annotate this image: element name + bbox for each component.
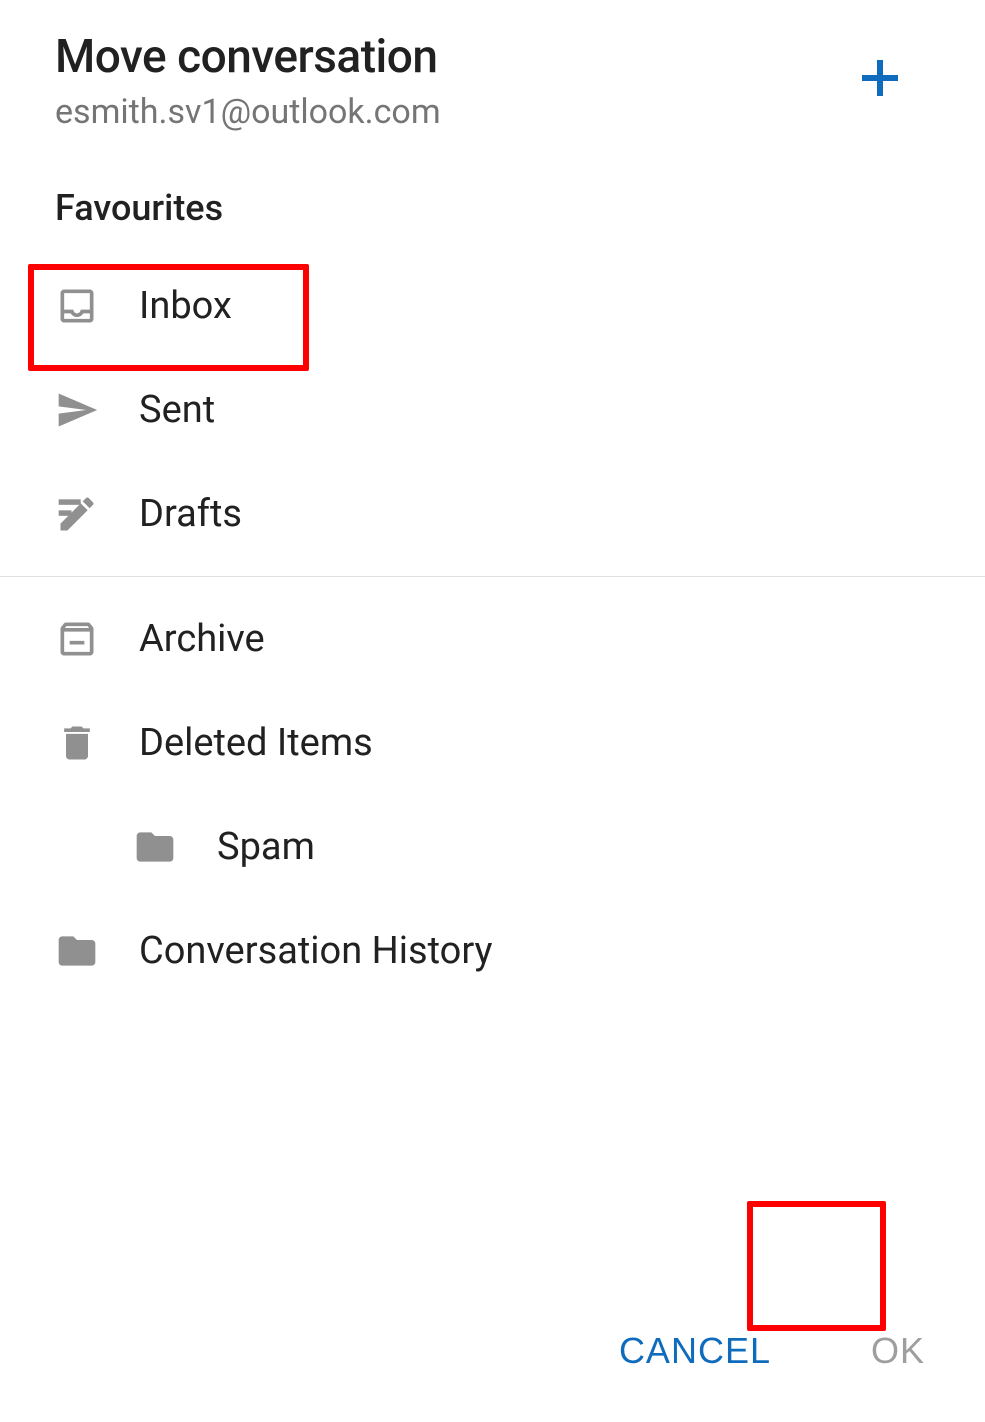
account-email: esmith.sv1@outlook.com — [55, 92, 850, 132]
folder-label: Conversation History — [139, 929, 493, 973]
cancel-button[interactable]: CANCEL — [589, 1310, 801, 1392]
folder-item-archive[interactable]: Archive — [0, 587, 985, 691]
dialog-title: Move conversation — [55, 30, 850, 84]
archive-icon — [55, 617, 99, 661]
folder-label: Sent — [139, 388, 215, 432]
sent-icon — [55, 388, 99, 432]
header-text: Move conversation esmith.sv1@outlook.com — [55, 30, 850, 132]
folder-label: Deleted Items — [139, 721, 373, 765]
drafts-icon — [55, 492, 99, 536]
folder-item-drafts[interactable]: Drafts — [0, 462, 985, 566]
folder-item-spam[interactable]: Spam — [0, 795, 985, 899]
folder-item-inbox[interactable]: Inbox — [0, 254, 985, 358]
folders-list: Archive Deleted Items Spam Conversation … — [0, 587, 985, 1003]
dialog-header: Move conversation esmith.sv1@outlook.com — [0, 0, 985, 152]
folder-icon — [55, 929, 99, 973]
folder-item-sent[interactable]: Sent — [0, 358, 985, 462]
plus-icon — [860, 58, 900, 102]
folder-label: Drafts — [139, 492, 242, 536]
trash-icon — [55, 721, 99, 765]
folder-label: Archive — [139, 617, 265, 661]
section-divider — [0, 576, 985, 577]
add-folder-button[interactable] — [850, 50, 910, 110]
folder-icon — [133, 825, 177, 869]
folder-label: Inbox — [139, 284, 232, 328]
folder-label: Spam — [217, 825, 315, 869]
folder-item-deleted[interactable]: Deleted Items — [0, 691, 985, 795]
favourites-section-title: Favourites — [0, 152, 985, 254]
favourites-list: Inbox Sent Drafts — [0, 254, 985, 566]
folder-item-conversation-history[interactable]: Conversation History — [0, 899, 985, 1003]
dialog-button-bar: CANCEL OK — [0, 1280, 985, 1422]
ok-button[interactable]: OK — [841, 1310, 955, 1392]
inbox-icon — [55, 284, 99, 328]
